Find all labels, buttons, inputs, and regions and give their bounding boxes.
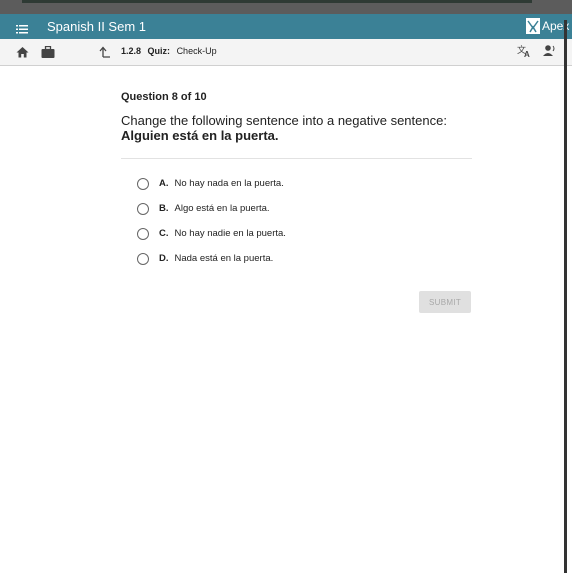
- window-edge: [564, 20, 567, 573]
- option-text: Nada está en la puerta.: [174, 253, 274, 264]
- lesson-name: Check-Up: [176, 46, 217, 56]
- answer-option-b[interactable]: B. Algo está en la puerta.: [121, 196, 472, 221]
- divider: [121, 158, 472, 159]
- option-letter: B.: [159, 203, 169, 214]
- question-prompt: Change the following sentence into a neg…: [121, 113, 447, 128]
- radio-button[interactable]: [137, 227, 149, 240]
- option-text: Algo está en la puerta.: [174, 203, 270, 214]
- option-letter: D.: [159, 253, 169, 264]
- toolbar: 1.2.8 Quiz: Check-Up 文A: [0, 39, 572, 66]
- course-title: Spanish II Sem 1: [47, 19, 146, 34]
- home-icon[interactable]: [16, 45, 29, 63]
- course-header: Spanish II Sem 1 Apex L: [0, 14, 572, 39]
- read-aloud-icon[interactable]: [542, 44, 558, 63]
- lesson-number: 1.2.8: [121, 46, 142, 56]
- logo-text: Apex L: [542, 19, 572, 33]
- up-arrow-icon[interactable]: [99, 45, 111, 63]
- radio-button[interactable]: [137, 252, 149, 265]
- question-sentence: Alguien está en la puerta.: [121, 128, 279, 143]
- window-top-strip: [0, 0, 572, 14]
- menu-icon[interactable]: [16, 21, 28, 39]
- submit-button[interactable]: SUBMIT: [419, 291, 471, 313]
- option-letter: C.: [159, 228, 169, 239]
- option-letter: A.: [159, 178, 169, 189]
- breadcrumb: 1.2.8 Quiz: Check-Up: [121, 46, 217, 56]
- answer-option-d[interactable]: D. Nada está en la puerta.: [121, 246, 472, 271]
- briefcase-icon[interactable]: [41, 45, 55, 63]
- option-text: No hay nadie en la puerta.: [174, 228, 286, 239]
- apex-logo-icon: [526, 18, 540, 34]
- option-text: No hay nada en la puerta.: [174, 178, 284, 189]
- radio-button[interactable]: [137, 202, 149, 215]
- answer-option-c[interactable]: C. No hay nadie en la puerta.: [121, 221, 472, 246]
- lesson-type: Quiz:: [147, 46, 171, 56]
- question-card: Question 8 of 10 Change the following se…: [121, 91, 472, 271]
- svg-text:A: A: [524, 50, 530, 58]
- translate-icon[interactable]: 文A: [517, 44, 532, 63]
- answer-option-a[interactable]: A. No hay nada en la puerta.: [121, 171, 472, 196]
- question-counter: Question 8 of 10: [121, 91, 207, 103]
- answer-options: A. No hay nada en la puerta. B. Algo está …: [121, 171, 472, 271]
- radio-button[interactable]: [137, 177, 149, 190]
